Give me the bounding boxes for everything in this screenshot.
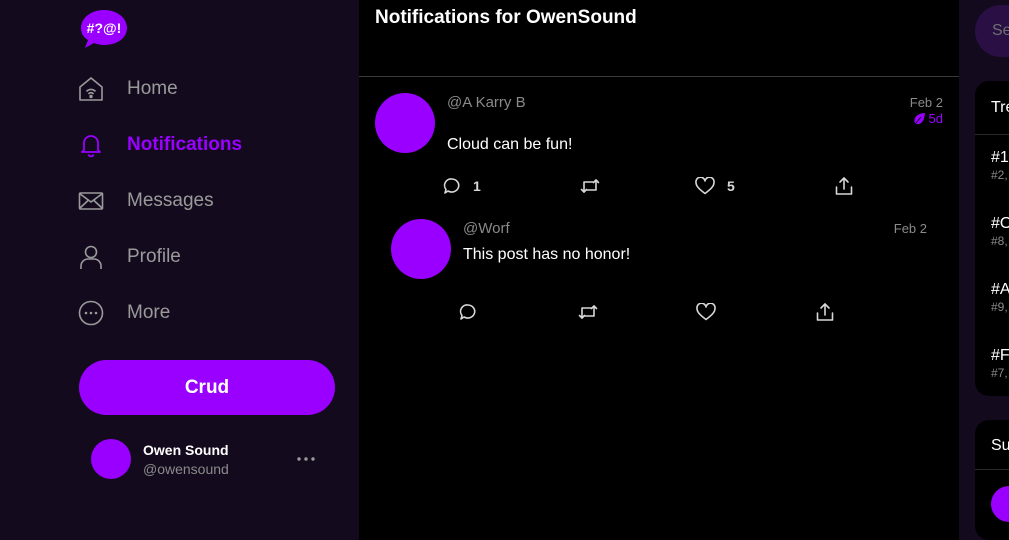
app-logo[interactable]: #?@!: [80, 9, 128, 49]
account-handle: @owensound: [143, 461, 229, 477]
user-icon: [78, 244, 104, 270]
nav-label-messages: Messages: [127, 190, 214, 211]
logo-speech-bubble-icon: #?@!: [81, 10, 127, 48]
repost-icon: [580, 179, 600, 193]
trend-count: #9,: [991, 300, 1008, 314]
like-count: 5: [727, 178, 735, 194]
divider: [975, 469, 1009, 470]
repost-icon: [578, 305, 598, 319]
post-date: Feb 2: [893, 221, 927, 236]
suggestions-panel: Su: [975, 420, 1009, 540]
search-placeholder: Se: [992, 22, 1009, 39]
page-title: Notifications for OwenSound: [375, 7, 637, 28]
envelope-icon: [78, 188, 104, 214]
repost-button[interactable]: [578, 303, 598, 321]
divider: [975, 134, 1009, 135]
share-button[interactable]: [816, 302, 834, 322]
account-name: Owen Sound: [143, 442, 229, 458]
post-date: Feb 2: [909, 95, 943, 110]
left-sidebar: #?@! Home Notifications Messages Profile…: [0, 0, 359, 540]
trend-tag[interactable]: #A: [991, 281, 1009, 299]
account-avatar: [91, 439, 131, 479]
trend-count: #7,: [991, 366, 1008, 380]
nav-item-messages[interactable]: Messages: [78, 183, 214, 219]
like-button[interactable]: 5: [695, 177, 735, 195]
nav-item-home[interactable]: Home: [78, 71, 178, 107]
share-button[interactable]: [835, 176, 853, 196]
bell-icon: [78, 132, 104, 158]
post-text: This post has no honor!: [463, 246, 631, 263]
suggestion-avatar[interactable]: [991, 486, 1009, 522]
heart-icon: [695, 177, 715, 195]
trend-count: #2,: [991, 168, 1008, 182]
reply-button[interactable]: [459, 303, 477, 321]
flame-icon: [913, 113, 925, 125]
reply-count: 1: [473, 178, 481, 194]
comment-icon: [459, 304, 476, 320]
main-header: Notifications for OwenSound: [359, 0, 959, 77]
trends-panel: Tre #1 #2, #O #8, #A #9, #F #7,: [975, 81, 1009, 396]
nav-label-home: Home: [127, 78, 178, 99]
account-switcher[interactable]: Owen Sound @owensound: [91, 439, 331, 479]
nav-item-notifications[interactable]: Notifications: [78, 127, 242, 163]
logo-text: #?@!: [87, 20, 122, 36]
search-input[interactable]: Se: [975, 5, 1009, 57]
trend-tag[interactable]: #1: [991, 149, 1009, 167]
trend-tag[interactable]: #F: [991, 347, 1009, 365]
post-avatar[interactable]: [375, 93, 435, 153]
crud-post-button[interactable]: Crud: [79, 360, 335, 415]
heart-icon: [696, 303, 716, 321]
main-column: Notifications for OwenSound @A Karry B F…: [359, 0, 959, 540]
right-column: Se Tre #1 #2, #O #8, #A #9, #F #7, Su: [959, 0, 1009, 540]
share-icon: [835, 177, 853, 195]
home-icon: [78, 76, 104, 102]
post-handle[interactable]: @Worf: [463, 220, 510, 237]
like-button[interactable]: [696, 303, 716, 321]
trends-title: Tre: [991, 99, 1009, 116]
comment-icon: [443, 178, 460, 194]
nav-label-profile: Profile: [127, 246, 181, 267]
trend-tag[interactable]: #O: [991, 215, 1009, 233]
post-age-badge: 5d: [909, 111, 943, 126]
post-age: 5d: [928, 111, 943, 126]
share-icon: [816, 303, 834, 321]
nav-item-profile[interactable]: Profile: [78, 239, 181, 275]
trend-count: #8,: [991, 234, 1008, 248]
more-circle-icon: [78, 300, 104, 326]
suggestions-title: Su: [991, 437, 1009, 454]
post-text: Cloud can be fun!: [447, 136, 573, 153]
nav-label-more: More: [127, 302, 171, 323]
post-avatar[interactable]: [391, 219, 451, 279]
nav-label-notifications: Notifications: [127, 134, 243, 155]
account-more-icon[interactable]: [296, 451, 316, 467]
repost-button[interactable]: [580, 177, 600, 195]
nav-item-more[interactable]: More: [78, 295, 170, 331]
post-handle[interactable]: @A Karry B: [447, 94, 526, 111]
reply-button[interactable]: 1: [443, 177, 481, 195]
